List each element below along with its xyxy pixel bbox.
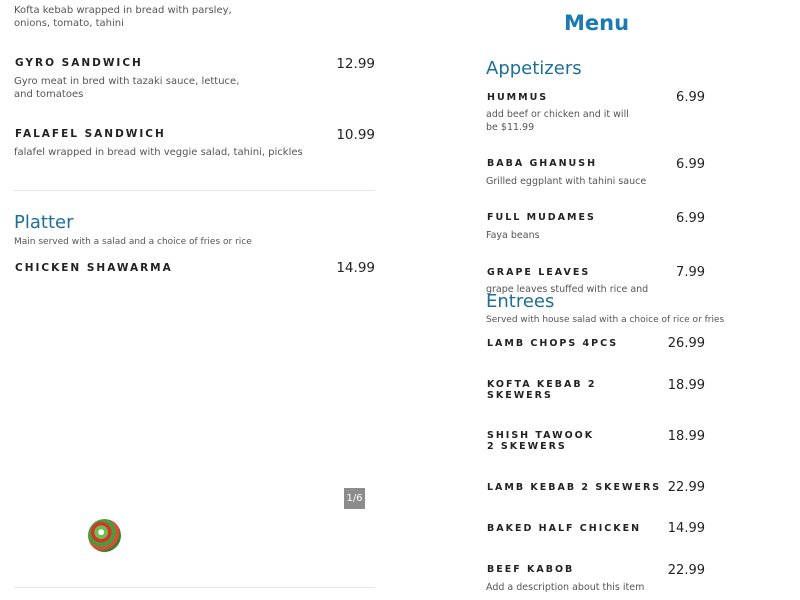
platter-section-title: Platter <box>14 212 74 233</box>
chicken-shawarma-price: 14.99 <box>336 260 375 276</box>
lamb-chops-price: 26.99 <box>667 336 705 351</box>
gyro-sandwich-name: Gyro Sandwich <box>15 57 143 69</box>
entrees-section-subtitle: Served with house salad with a choice of… <box>486 315 725 325</box>
kofta-kebab-name: Kofta Kebab 2 Skewers <box>487 379 597 401</box>
gyro-sandwich-price: 12.99 <box>336 56 375 72</box>
shish-tawook-name: Shish Tawook 2 Skewers <box>487 430 595 452</box>
beef-kabob-description: Add a description about this item <box>486 582 645 593</box>
menu-title: Menu <box>564 11 630 35</box>
grape-leaves-name: Grape Leaves <box>487 267 591 278</box>
baked-half-chicken-price: 14.99 <box>667 521 705 536</box>
baked-half-chicken-name: Baked Half Chicken <box>487 523 642 534</box>
falafel-sandwich-description: falafel wrapped in bread with veggie sal… <box>14 147 303 158</box>
kofta-sandwich-description: Kofta kebab wrapped in bread with parsle… <box>14 5 232 29</box>
gyro-sandwich-description: Gyro meat in bred with tazaki sauce, let… <box>14 76 240 100</box>
hummus-price: 6.99 <box>676 90 705 105</box>
baba-ghanush-name: Baba Ghanush <box>487 158 598 169</box>
beef-kabob-price: 22.99 <box>667 563 705 578</box>
full-mudames-description: Faya beans <box>486 230 540 241</box>
appetizers-section-title: Appetizers <box>486 58 582 79</box>
gallery-counter: 1/6 <box>344 488 365 509</box>
full-mudames-price: 6.99 <box>676 211 705 226</box>
section-divider <box>14 190 375 191</box>
lamb-kebab-price: 22.99 <box>667 480 705 495</box>
full-mudames-name: Full Mudames <box>487 212 596 223</box>
bottom-divider <box>14 587 375 588</box>
shish-tawook-price: 18.99 <box>667 429 705 444</box>
baba-ghanush-description: Grilled eggplant with tahini sauce <box>486 176 647 187</box>
grape-leaves-price: 7.99 <box>676 265 705 280</box>
beef-kabob-name: Beef Kabob <box>487 564 575 575</box>
hummus-description: add beef or chicken and it will be $11.9… <box>486 109 629 133</box>
grape-leaves-description: grape leaves stuffed with rice and <box>486 284 649 295</box>
hummus-name: Hummus <box>487 92 549 103</box>
falafel-sandwich-price: 10.99 <box>336 127 375 143</box>
lamb-kebab-name: Lamb Kebab 2 Skewers <box>487 482 662 493</box>
lamb-chops-name: Lamb Chops 4pcs <box>487 338 619 349</box>
food-plate-image[interactable] <box>88 519 121 552</box>
falafel-sandwich-name: Falafel Sandwich <box>15 128 166 140</box>
platter-section-subtitle: Main served with a salad and a choice of… <box>14 237 252 247</box>
chicken-shawarma-name: Chicken Shawarma <box>15 262 173 274</box>
baba-ghanush-price: 6.99 <box>676 157 705 172</box>
kofta-kebab-price: 18.99 <box>667 378 705 393</box>
